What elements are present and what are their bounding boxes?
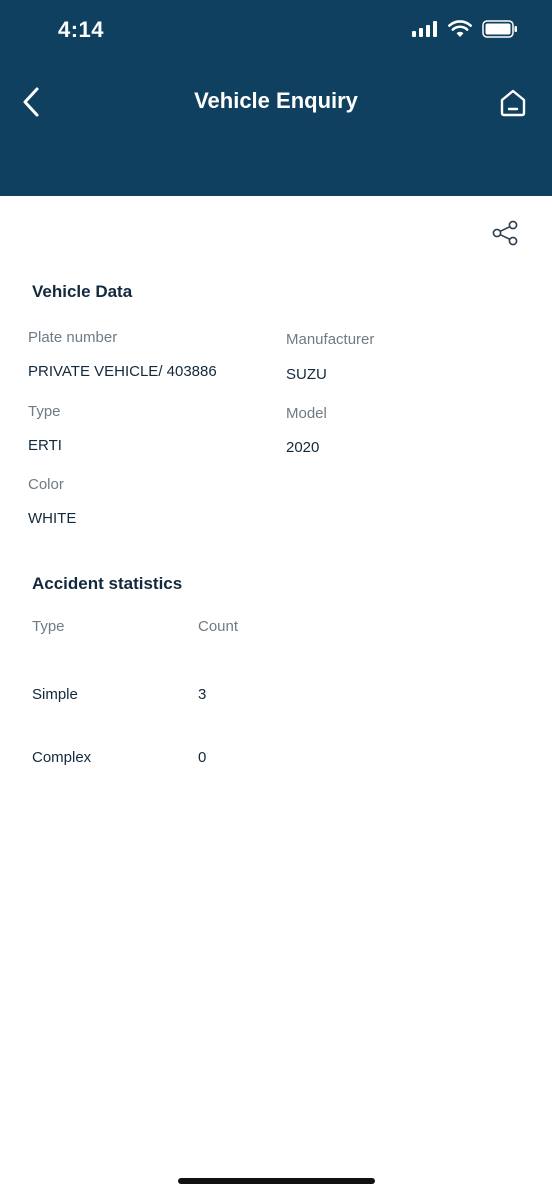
- manufacturer-value: SUZU: [286, 366, 327, 383]
- wifi-icon: [448, 20, 472, 37]
- color-label: Color: [28, 476, 64, 493]
- manufacturer-label: Manufacturer: [286, 331, 375, 348]
- column-header-type: Type: [32, 618, 65, 635]
- color-value: WHITE: [28, 510, 77, 527]
- accident-row-count: 3: [198, 686, 207, 703]
- battery-icon: [482, 20, 517, 38]
- status-icons: [412, 20, 518, 38]
- model-value: 2020: [286, 439, 320, 456]
- status-time: 4:14: [58, 17, 105, 42]
- signal-icon: [412, 21, 437, 37]
- home-indicator: [178, 1178, 375, 1184]
- page-title: Vehicle Enquiry: [194, 88, 358, 113]
- share-button[interactable]: [488, 216, 522, 250]
- accident-row-count: 0: [198, 749, 207, 766]
- app-header: 4:14 Vehicle Enquiry: [0, 0, 552, 196]
- type-value: ERTI: [28, 437, 62, 454]
- plate-number-label: Plate number: [28, 329, 118, 346]
- accident-row-type: Complex: [32, 749, 92, 766]
- home-icon: [500, 89, 526, 117]
- type-label: Type: [28, 403, 61, 420]
- accident-row-type: Simple: [32, 686, 78, 703]
- model-label: Model: [286, 405, 327, 422]
- accident-statistics-title: Accident statistics: [32, 574, 183, 593]
- vehicle-data-title: Vehicle Data: [32, 282, 133, 301]
- column-header-count: Count: [198, 618, 239, 635]
- share-icon: [492, 220, 518, 246]
- home-button[interactable]: [496, 86, 530, 120]
- plate-number-value: PRIVATE VEHICLE/ 403886: [28, 363, 217, 380]
